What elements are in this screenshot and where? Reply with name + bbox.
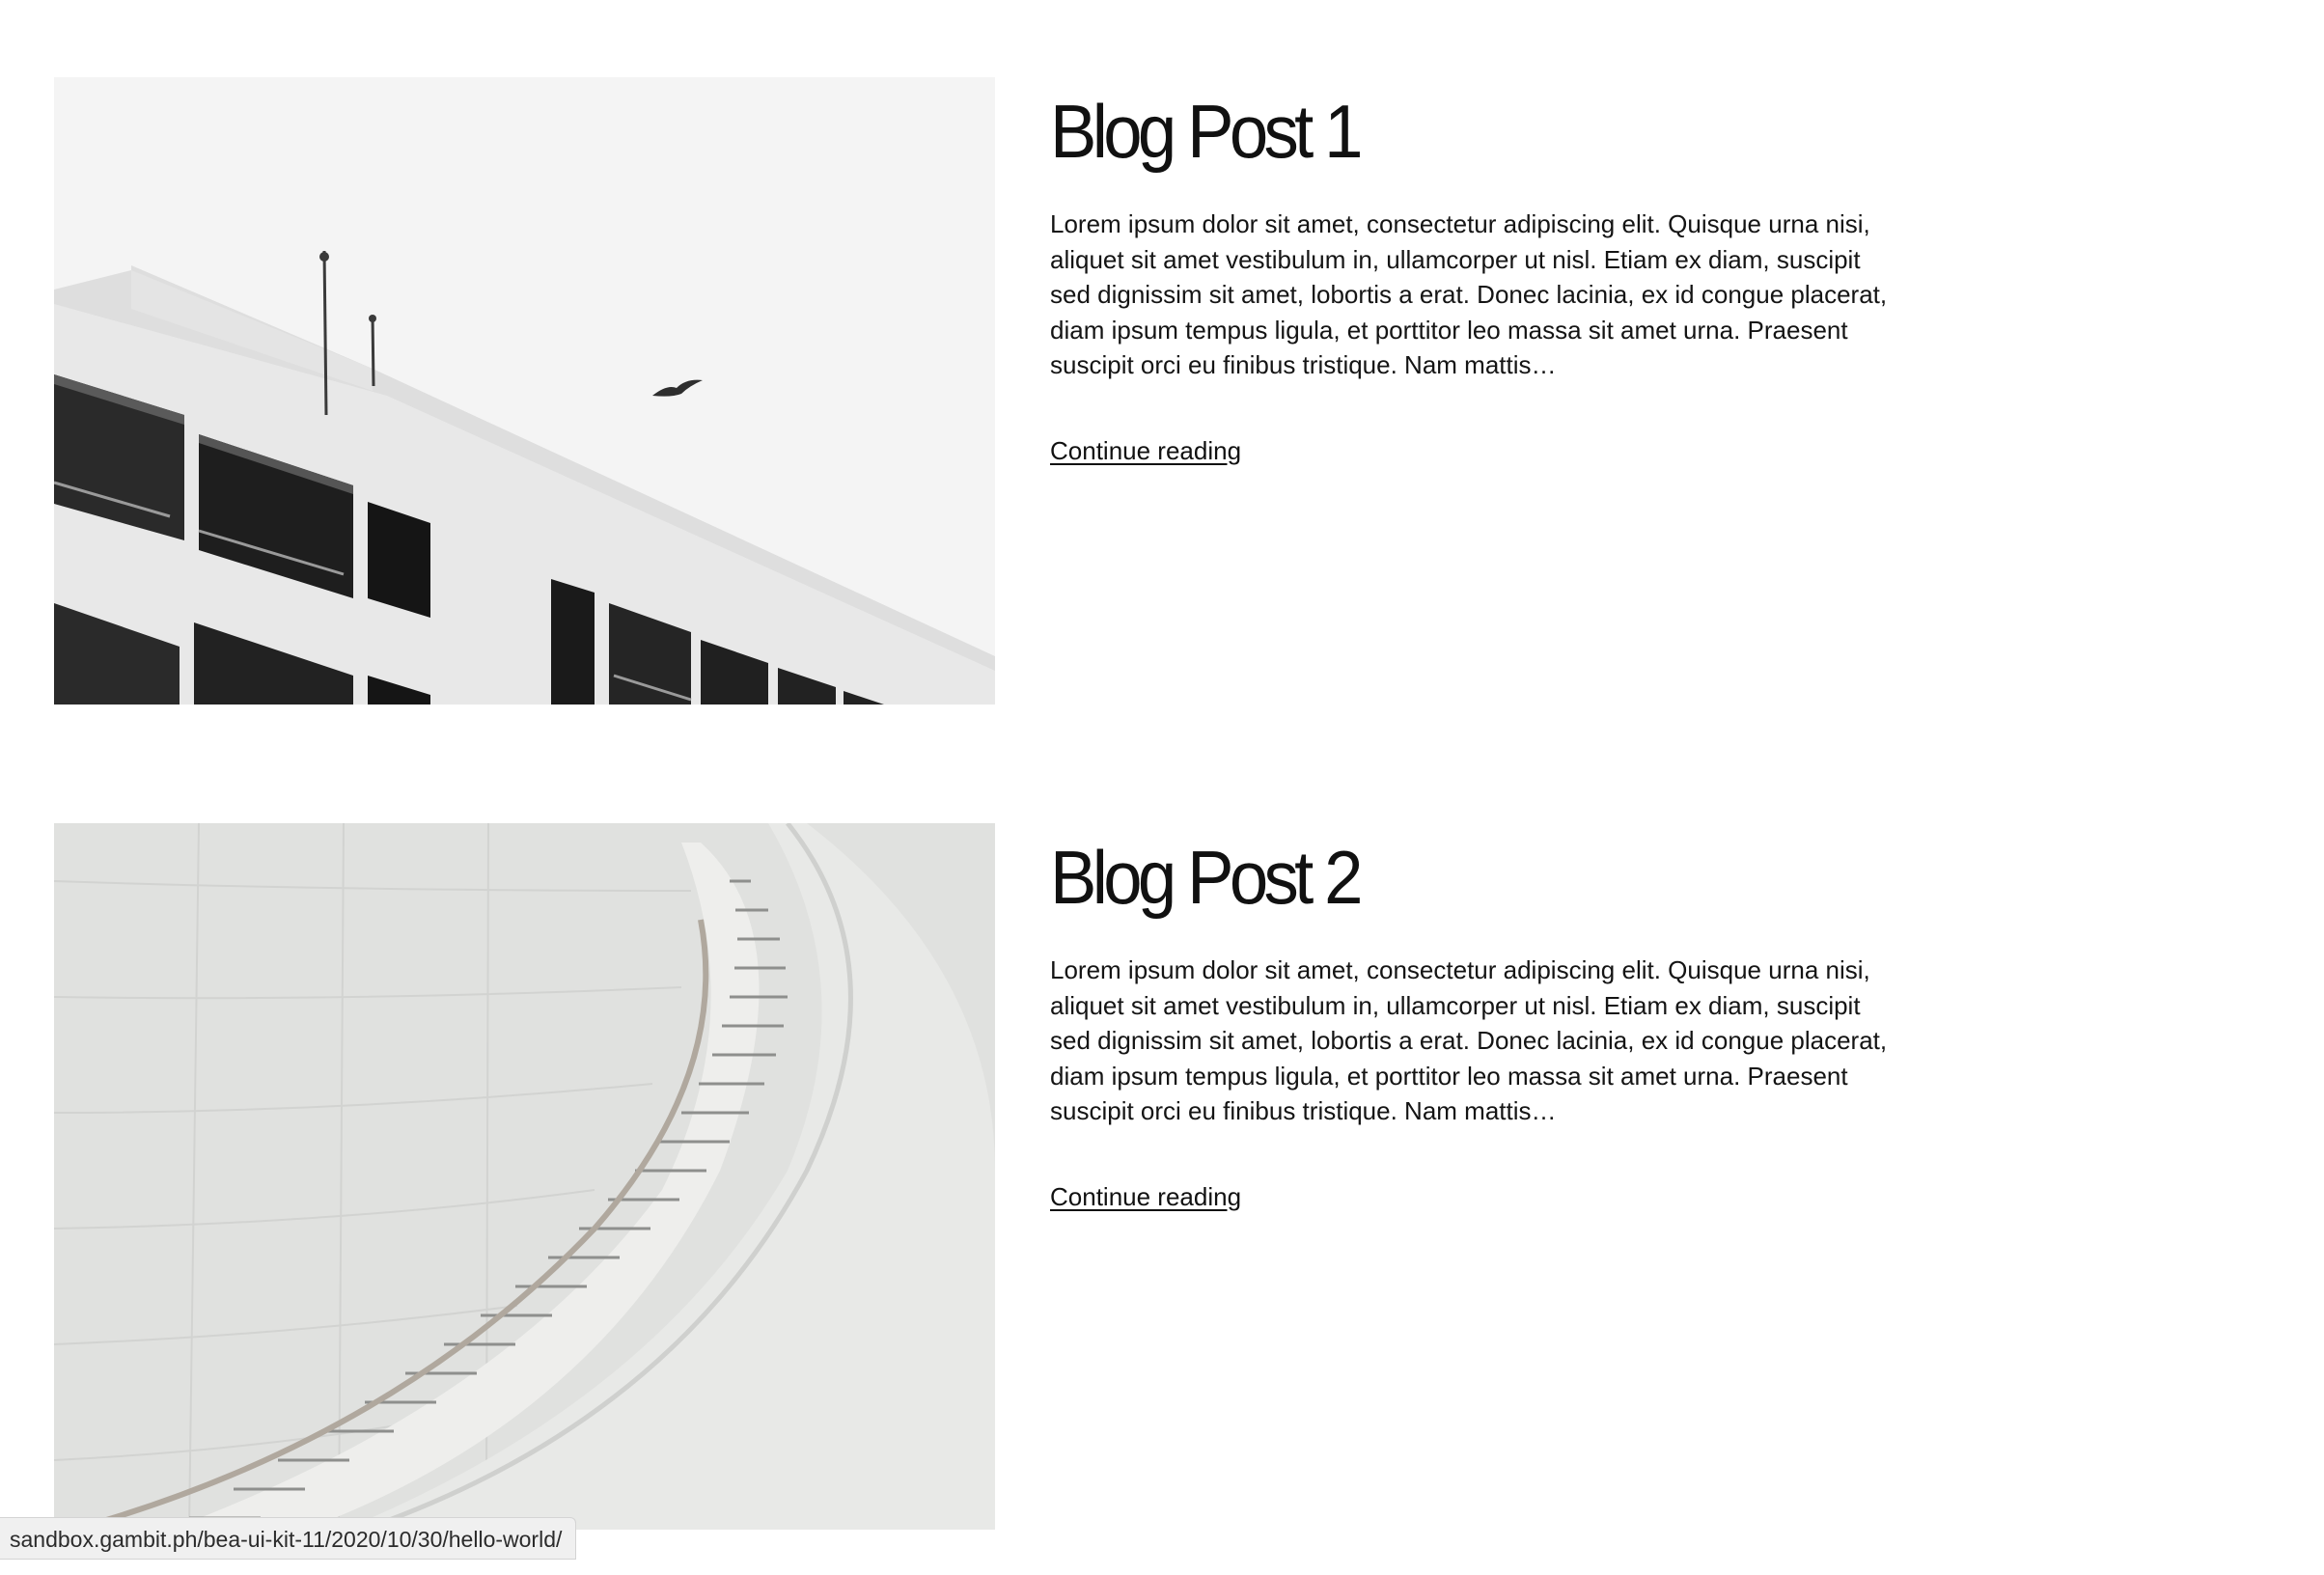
- post-excerpt: Lorem ipsum dolor sit amet, consectetur …: [1050, 955, 1888, 1125]
- post-thumbnail[interactable]: [54, 823, 995, 1530]
- link-status-bar: sandbox.gambit.ph/bea-ui-kit-11/2020/10/…: [0, 1517, 577, 1560]
- post-excerpt: Lorem ipsum dolor sit amet, consectetur …: [1050, 209, 1888, 379]
- blog-page: Blog Post 1 Lorem ipsum dolor sit amet, …: [0, 0, 2324, 1575]
- post-content: Blog Post 2 Lorem ipsum dolor sit amet, …: [1050, 823, 1899, 1214]
- building-image: [54, 77, 995, 705]
- post-thumbnail[interactable]: [54, 77, 995, 705]
- continue-reading-link[interactable]: Continue reading: [1050, 433, 1241, 468]
- post-content: Blog Post 1 Lorem ipsum dolor sit amet, …: [1050, 77, 1899, 468]
- post-title[interactable]: Blog Post 2: [1050, 823, 1840, 926]
- staircase-image: [54, 823, 995, 1530]
- continue-reading-link[interactable]: Continue reading: [1050, 1179, 1241, 1214]
- post-title[interactable]: Blog Post 1: [1050, 77, 1840, 180]
